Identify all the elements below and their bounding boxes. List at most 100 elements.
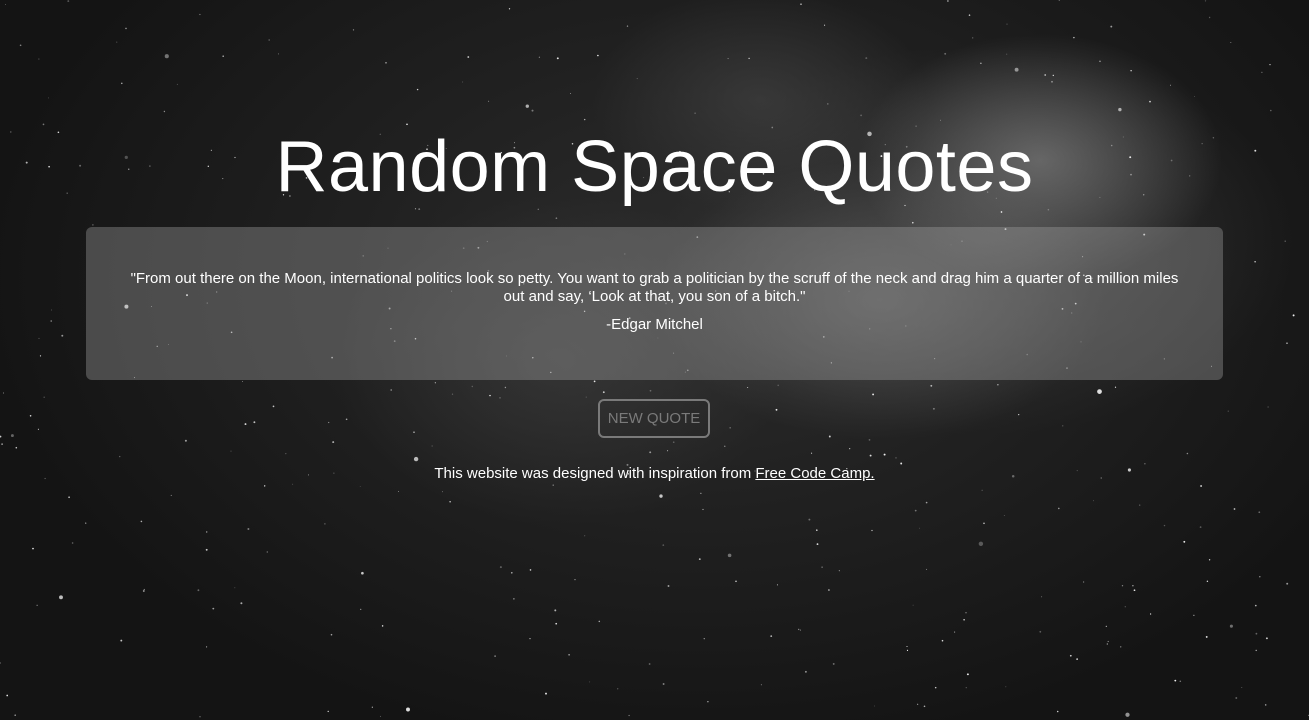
star [997,384,999,386]
star [170,494,172,496]
star [413,431,415,433]
star [1,443,3,445]
star [513,598,515,600]
star [917,703,919,705]
star [869,454,872,457]
star [747,387,749,388]
star [10,434,14,438]
star [292,483,294,485]
star [1259,575,1261,578]
star [555,217,558,220]
star [947,0,949,2]
star [849,448,851,450]
star [659,494,663,498]
star [1082,581,1085,583]
star [1208,16,1211,19]
star [222,55,224,57]
star [702,508,704,511]
star [1235,697,1238,699]
star [1286,342,1288,344]
star [602,391,605,394]
star [649,451,652,454]
star [1076,658,1078,660]
new-quote-button[interactable]: NEW QUOTE [598,399,710,438]
star [385,62,387,64]
star [471,385,474,388]
star [327,710,329,713]
star [628,714,630,717]
page-title: Random Space Quotes [275,127,1034,207]
star [1110,25,1113,28]
star [1105,625,1107,628]
star [860,114,862,117]
star [379,715,381,717]
star [38,58,40,60]
star [92,224,94,226]
star [1006,23,1008,25]
star [143,588,145,591]
star [972,37,974,39]
star [626,25,629,27]
star [965,687,967,689]
star [361,571,364,575]
star [1284,240,1286,242]
star [821,566,823,568]
star [966,673,969,676]
star [242,381,244,382]
star [934,686,937,689]
star [1286,582,1289,585]
star [694,112,696,114]
star [1208,559,1211,561]
footer: This website was designed with inspirati… [0,465,1309,483]
star [1205,635,1208,638]
star [569,93,571,95]
star [672,441,675,444]
star [212,607,215,610]
star [798,628,800,631]
star [1099,60,1101,63]
star [832,662,835,665]
star [932,407,935,410]
star [324,523,326,525]
star [1006,53,1008,55]
star [1107,640,1109,643]
star [968,14,971,16]
star [776,584,778,586]
star [441,491,443,493]
star [1062,425,1064,427]
star [205,531,208,533]
star [1270,109,1272,112]
star [568,653,570,656]
star [1124,606,1126,608]
star [1174,679,1177,682]
star [838,570,840,572]
star [1073,36,1075,39]
star [978,541,984,547]
star [199,13,201,16]
star [508,8,511,10]
star [1133,589,1136,592]
star [499,397,501,399]
star [727,553,732,558]
star [667,450,669,452]
free-code-camp-link[interactable]: Free Code Camp. [755,465,874,482]
footer-text: This website was designed with inspirati… [434,465,756,482]
star [1183,540,1186,543]
star [1241,686,1243,688]
star [1261,71,1263,74]
star [431,445,433,447]
star [1255,632,1258,635]
star [906,645,908,648]
star [277,53,279,55]
star [499,566,502,569]
star [504,386,507,389]
star [247,528,250,530]
star [700,492,702,494]
star [1292,314,1295,317]
star [416,88,419,91]
star [525,104,529,108]
star [119,455,121,458]
star [1269,63,1271,66]
star [1227,410,1229,412]
star [0,435,2,438]
